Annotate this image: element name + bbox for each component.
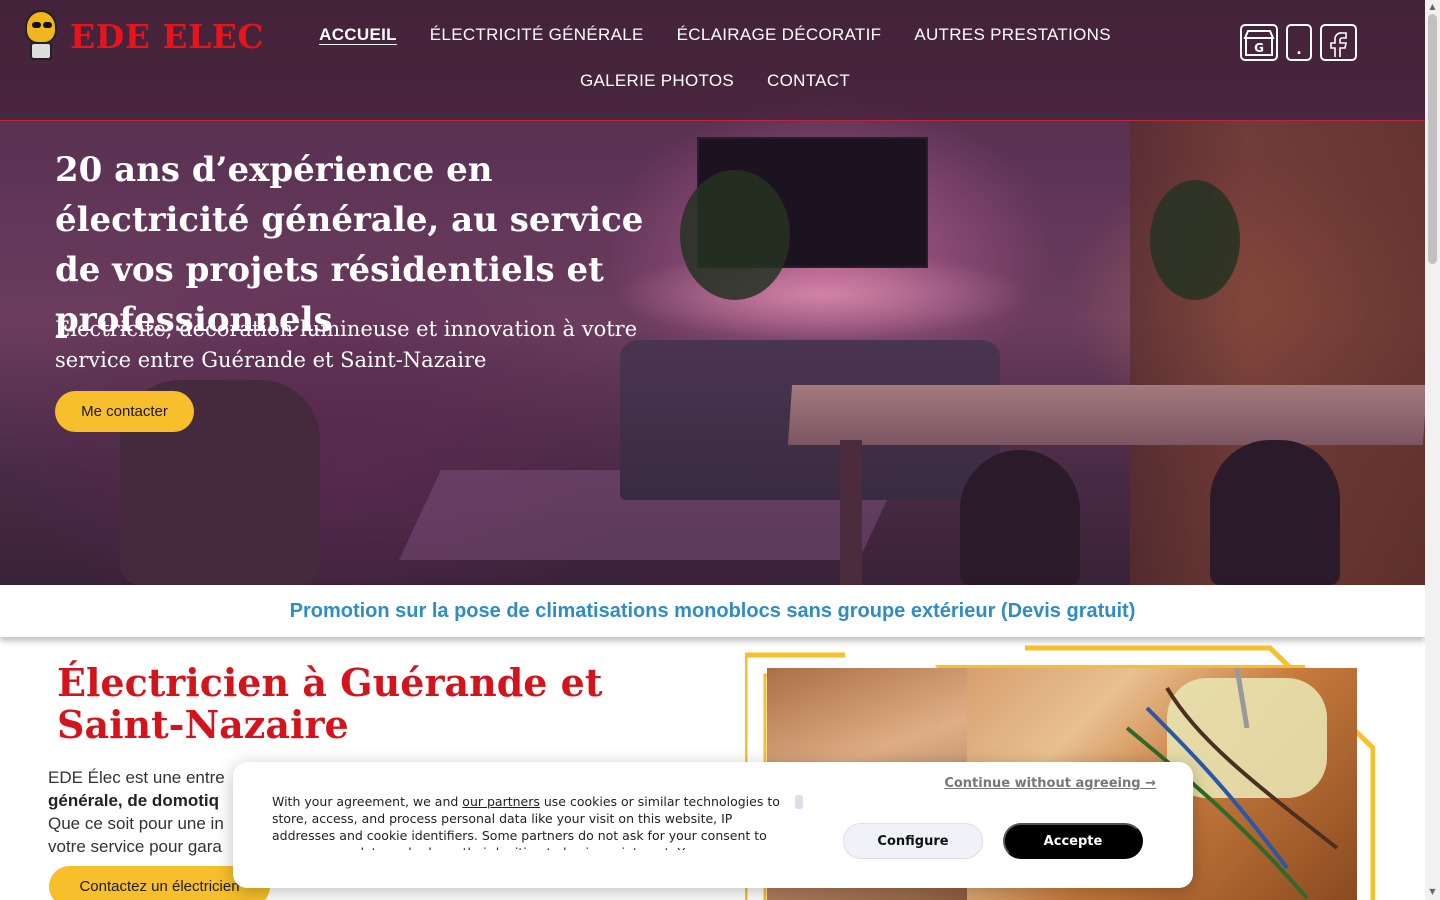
promo-banner: Promotion sur la pose de climatisations …: [0, 585, 1425, 637]
me-contacter-button[interactable]: Me contacter: [55, 391, 194, 432]
hero-plant: [680, 170, 790, 300]
main-nav: ACCUEIL ÉLECTRICITÉ GÉNÉRALE ÉCLAIRAGE D…: [310, 24, 1120, 92]
hero-plant: [1150, 180, 1240, 300]
hero-chair: [1210, 440, 1340, 585]
social-links: G .: [1240, 24, 1357, 61]
hero-table: [787, 385, 1425, 445]
svg-text:G: G: [1254, 41, 1264, 55]
site-logo[interactable]: EDE ELEC: [22, 10, 264, 62]
our-partners-link[interactable]: our partners: [462, 794, 540, 809]
hero-chair: [960, 450, 1080, 585]
cookie-text-scrollbar[interactable]: [795, 795, 803, 809]
google-business-icon[interactable]: G: [1240, 24, 1278, 61]
accept-button[interactable]: Accepte: [1003, 823, 1143, 859]
brand-name: EDE ELEC: [70, 16, 265, 56]
continue-without-agreeing-link[interactable]: Continue without agreeing →: [944, 776, 1156, 791]
nav-item-autres-prestations[interactable]: AUTRES PRESTATIONS: [914, 24, 1111, 46]
site-header: EDE ELEC ACCUEIL ÉLECTRICITÉ GÉNÉRALE ÉC…: [0, 0, 1425, 121]
nav-item-eclairage-decoratif[interactable]: ÉCLAIRAGE DÉCORATIF: [677, 24, 882, 46]
configure-button[interactable]: Configure: [843, 823, 983, 859]
section-title: Électricien à Guérande et Saint-Nazaire: [57, 660, 603, 747]
section-intro: EDE Élec est une entre générale, de domo…: [48, 768, 225, 856]
nav-item-accueil[interactable]: ACCUEIL: [319, 24, 397, 46]
scroll-thumb[interactable]: [1428, 14, 1437, 264]
page-scrollbar[interactable]: ▲ ▼: [1425, 0, 1440, 900]
hero-subtitle: Électricité, décoration lumineuse et inn…: [55, 317, 638, 372]
phone-icon[interactable]: .: [1286, 24, 1312, 61]
nav-item-galerie-photos[interactable]: GALERIE PHOTOS: [580, 70, 734, 92]
cookie-text: With your agreement, we and our partners…: [272, 794, 780, 850]
cookie-consent-panel: Continue without agreeing → With your ag…: [233, 762, 1193, 888]
nav-item-contact[interactable]: CONTACT: [767, 70, 850, 92]
scroll-down-icon[interactable]: ▼: [1428, 887, 1437, 896]
facebook-icon[interactable]: [1320, 24, 1357, 61]
promo-text[interactable]: Promotion sur la pose de climatisations …: [290, 600, 1136, 623]
nav-item-electricite-generale[interactable]: ÉLECTRICITÉ GÉNÉRALE: [430, 24, 644, 46]
scroll-up-icon[interactable]: ▲: [1428, 2, 1437, 11]
mascot-icon: [22, 10, 60, 62]
hero-table-leg: [840, 440, 862, 585]
